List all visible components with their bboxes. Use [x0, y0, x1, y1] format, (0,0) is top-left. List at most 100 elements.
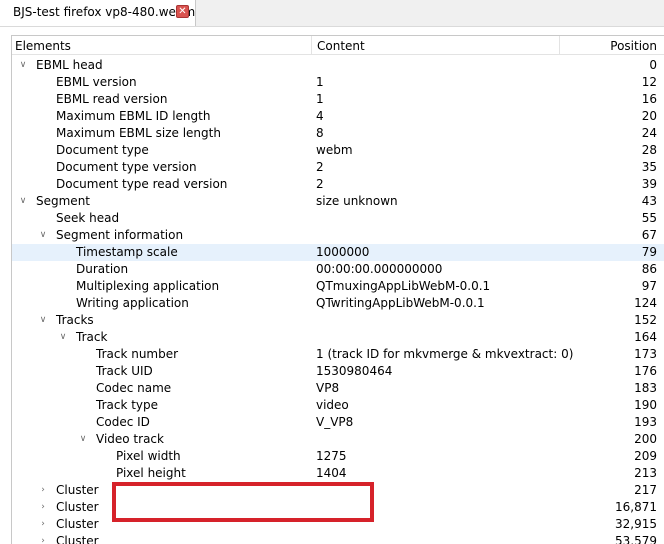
tree-header: Elements Content Position	[12, 36, 664, 55]
element-position: 39	[641, 177, 657, 191]
element-name: Cluster	[56, 483, 99, 497]
tree-row[interactable]: Codec ID V_VP8 193	[12, 414, 664, 431]
tree-row[interactable]: Timestamp scale 1000000 79	[12, 244, 664, 261]
element-name: EBML read version	[56, 92, 168, 106]
tree-row[interactable]: Pixel height 1404 213	[12, 465, 664, 482]
element-position: 86	[641, 262, 657, 276]
column-header-position[interactable]: Position	[560, 36, 664, 55]
tree-row[interactable]: Document type read version 2 39	[12, 176, 664, 193]
element-name: Cluster	[56, 517, 99, 531]
element-content: QTmuxingAppLibWebM-0.0.1	[316, 279, 491, 293]
element-position: 12	[641, 75, 657, 89]
element-position: 32,915	[615, 517, 657, 531]
element-content: 2	[316, 160, 324, 174]
element-name: Pixel height	[116, 466, 186, 480]
tree-row[interactable]: ∨ Track 164	[12, 329, 664, 346]
close-icon[interactable]: ✕	[176, 5, 189, 18]
chevron-right-icon[interactable]: ›	[37, 516, 49, 533]
element-position: 43	[641, 194, 657, 208]
element-name: Writing application	[76, 296, 189, 310]
element-name: Video track	[96, 432, 164, 446]
tree-row[interactable]: Track number 1 (track ID for mkvmerge & m…	[12, 346, 664, 363]
element-position: 164	[634, 330, 657, 344]
element-name: Track	[76, 330, 108, 344]
tab-bar: BJS-test firefox vp8-480.webm ✕	[0, 0, 664, 27]
tree-row[interactable]: EBML version 1 12	[12, 74, 664, 91]
column-header-elements[interactable]: Elements	[12, 36, 312, 55]
column-header-elements-label: Elements	[15, 39, 71, 53]
column-header-position-label: Position	[610, 39, 657, 53]
element-name: Cluster	[56, 534, 99, 544]
element-position: 28	[641, 143, 657, 157]
element-content: size unknown	[316, 194, 398, 208]
element-name: Document type	[56, 143, 149, 157]
tree-row[interactable]: Document type version 2 35	[12, 159, 664, 176]
element-position: 35	[641, 160, 657, 174]
element-content: VP8	[316, 381, 340, 395]
tree-row[interactable]: Seek head 55	[12, 210, 664, 227]
element-name: Pixel width	[116, 449, 181, 463]
chevron-down-icon[interactable]: ∨	[17, 57, 29, 74]
element-name: Tracks	[56, 313, 94, 327]
element-content: 1530980464	[316, 364, 393, 378]
tree-row[interactable]: Codec name VP8 183	[12, 380, 664, 397]
tree-row[interactable]: › Cluster 53,579	[12, 533, 664, 544]
tree-row[interactable]: ∨ Segment information 67	[12, 227, 664, 244]
tree-row[interactable]: Track UID 1530980464 176	[12, 363, 664, 380]
element-name: Track number	[96, 347, 179, 361]
element-position: 193	[634, 415, 657, 429]
element-position: 67	[641, 228, 657, 242]
tree-row[interactable]: Pixel width 1275 209	[12, 448, 664, 465]
element-position: 190	[634, 398, 657, 412]
element-name: Track type	[96, 398, 159, 412]
element-position: 97	[641, 279, 657, 293]
chevron-right-icon[interactable]: ›	[37, 482, 49, 499]
chevron-down-icon[interactable]: ∨	[37, 312, 49, 329]
chevron-down-icon[interactable]: ∨	[57, 329, 69, 346]
tree-row[interactable]: Multiplexing application QTmuxingAppLibWe…	[12, 278, 664, 295]
chevron-right-icon[interactable]: ›	[37, 499, 49, 516]
element-content: 00:00:00.000000000	[316, 262, 443, 276]
tree-row[interactable]: ∨ Video track 200	[12, 431, 664, 448]
file-tab-label: BJS-test firefox vp8-480.webm	[13, 5, 196, 19]
chevron-down-icon[interactable]: ∨	[37, 227, 49, 244]
chevron-right-icon[interactable]: ›	[37, 533, 49, 544]
tree-row[interactable]: EBML read version 1 16	[12, 91, 664, 108]
element-name: Codec ID	[96, 415, 150, 429]
element-position: 20	[641, 109, 657, 123]
tree-row[interactable]: Maximum EBML size length 8 24	[12, 125, 664, 142]
element-position: 79	[641, 245, 657, 259]
element-name: Document type read version	[56, 177, 228, 191]
tree-row[interactable]: ∨ Segment size unknown 43	[12, 193, 664, 210]
element-tree[interactable]: Elements Content Position ∨ EBML head 0 EBM…	[11, 35, 664, 544]
element-position: 213	[634, 466, 657, 480]
element-content: 4	[316, 109, 324, 123]
element-name: Segment information	[56, 228, 184, 242]
element-name: Cluster	[56, 500, 99, 514]
element-name: EBML version	[56, 75, 137, 89]
element-position: 24	[641, 126, 657, 140]
tree-row[interactable]: Maximum EBML ID length 4 20	[12, 108, 664, 125]
column-header-content-label: Content	[317, 39, 365, 53]
element-content: 8	[316, 126, 324, 140]
element-content: 1 (track ID for mkvmerge & mkvextract: 0…	[316, 347, 574, 361]
tree-row[interactable]: Duration 00:00:00.000000000 86	[12, 261, 664, 278]
element-name: Seek head	[56, 211, 120, 225]
element-content: 1404	[316, 466, 347, 480]
element-name: Maximum EBML size length	[56, 126, 221, 140]
tree-row[interactable]: Document type webm 28	[12, 142, 664, 159]
chevron-down-icon[interactable]: ∨	[77, 431, 89, 448]
tree-row[interactable]: ∨ EBML head 0	[12, 57, 664, 74]
element-content: 1	[316, 75, 324, 89]
tree-row[interactable]: Track type video 190	[12, 397, 664, 414]
file-tab[interactable]: BJS-test firefox vp8-480.webm ✕	[0, 0, 196, 26]
chevron-down-icon[interactable]: ∨	[17, 193, 29, 210]
tree-row[interactable]: Writing application QTwritingAppLibWebM-0…	[12, 295, 664, 312]
element-position: 16,871	[615, 500, 657, 514]
element-name: Maximum EBML ID length	[56, 109, 211, 123]
highlight-box	[112, 482, 374, 522]
column-header-content[interactable]: Content	[312, 36, 560, 55]
element-content: 1000000	[316, 245, 370, 259]
element-position: 16	[641, 92, 657, 106]
tree-row[interactable]: ∨ Tracks 152	[12, 312, 664, 329]
